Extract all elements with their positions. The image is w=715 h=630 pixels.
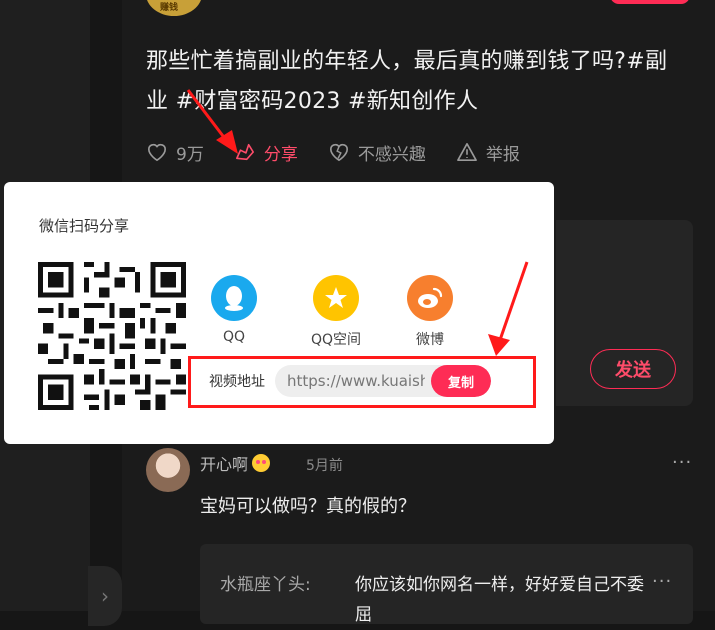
reply-more-options-icon[interactable]: ··· <box>652 571 672 592</box>
report-button[interactable]: 举报 <box>456 140 520 165</box>
like-count: 9万 <box>176 144 204 165</box>
comment-username[interactable]: 开心啊 <box>200 451 271 475</box>
warning-icon <box>456 143 477 161</box>
share-option-qq[interactable]: QQ <box>194 275 274 345</box>
annotation-highlight-box <box>188 356 536 408</box>
not-interested-button[interactable]: 不感兴趣 <box>328 140 426 165</box>
qq-label: QQ <box>222 329 246 345</box>
share-button[interactable]: 分享 <box>234 140 298 165</box>
action-bar: 9万 分享 不感兴趣 举报 <box>146 138 550 166</box>
share-option-qzone[interactable]: QQ空间 <box>296 275 376 349</box>
send-button[interactable]: 发送 <box>590 349 676 389</box>
weibo-label: 微博 <box>416 332 444 348</box>
heart-eyes-emoji-icon <box>252 454 271 472</box>
qzone-label: QQ空间 <box>310 332 362 348</box>
weibo-icon <box>407 275 453 321</box>
comment-time: 5月前 <box>306 458 343 474</box>
share-option-weibo[interactable]: 微博 <box>390 275 470 349</box>
comment-text: 宝妈可以做吗？真的假的？ <box>200 496 416 517</box>
heart-icon <box>147 143 167 162</box>
video-title: 那些忙着搞副业的年轻人，最后真的赚到钱了吗?#副业 #财富密码2023 #新知创… <box>146 49 668 114</box>
more-options-icon[interactable]: ··· <box>672 452 692 473</box>
reply-username[interactable]: 水瓶座丫头: <box>220 570 311 595</box>
report-label: 举报 <box>485 144 520 165</box>
broken-heart-icon <box>329 143 348 162</box>
follow-button[interactable] <box>610 0 690 4</box>
share-label: 分享 <box>263 144 298 165</box>
qzone-icon <box>313 275 359 321</box>
qr-code <box>38 262 186 410</box>
share-icon <box>235 143 254 161</box>
popup-title: 微信扫码分享 <box>39 217 130 235</box>
reply-text: 你应该如你网名一样，好好爱自己不委屈 <box>355 575 644 625</box>
like-button[interactable]: 9万 <box>146 140 204 165</box>
avatar-text: 赚钱 <box>160 3 179 13</box>
chevron-right-icon[interactable]: › <box>88 566 122 626</box>
qq-icon <box>211 275 257 321</box>
commenter-avatar[interactable] <box>146 448 190 492</box>
not-interested-label: 不感兴趣 <box>357 144 426 165</box>
